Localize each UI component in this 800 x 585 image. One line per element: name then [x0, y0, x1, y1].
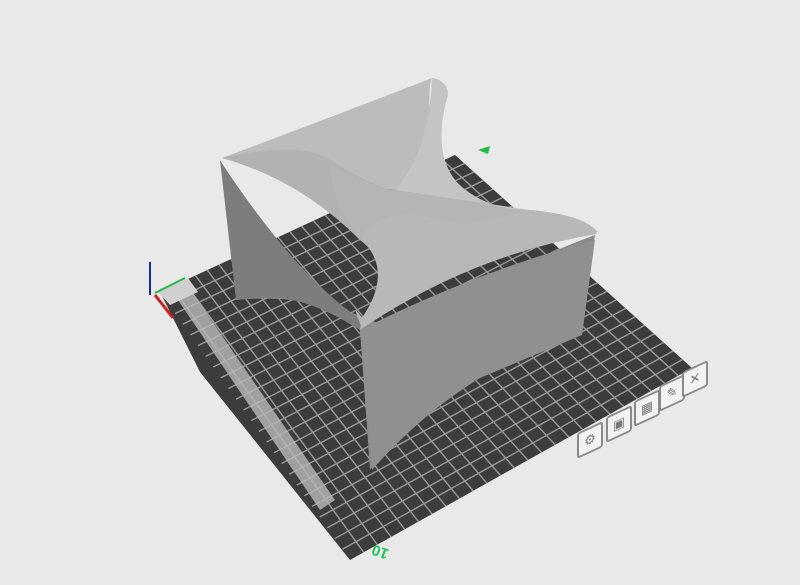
calculator-icon: ▦	[640, 397, 654, 418]
lock-icon: ▣	[612, 413, 626, 434]
scene	[149, 78, 692, 560]
close-icon: ✕	[689, 368, 701, 389]
edit-icon: ✎	[666, 382, 678, 403]
axis-y-marker	[478, 146, 490, 154]
3d-viewport[interactable]: 10 ⚙ ▣ ▦ ✎ ✕	[0, 0, 800, 585]
settings-icon: ⚙	[584, 429, 596, 450]
